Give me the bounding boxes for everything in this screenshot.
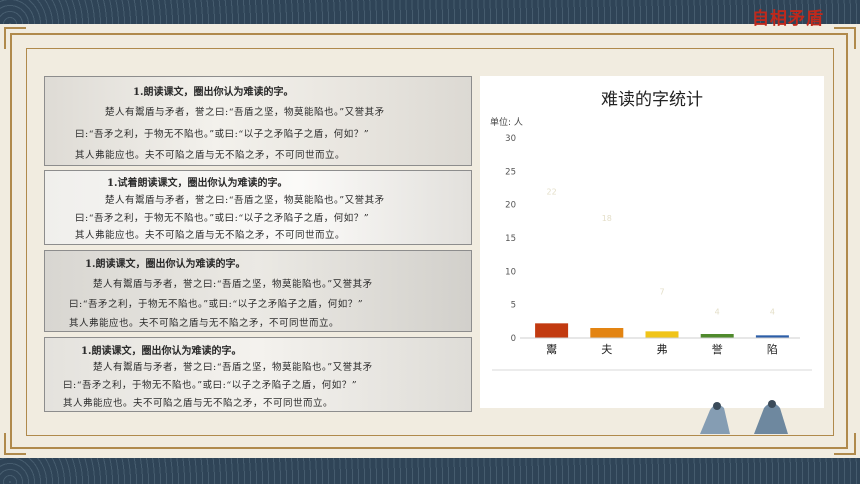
lesson-title: 自相矛盾	[752, 9, 824, 29]
bar	[645, 331, 679, 338]
y-tick-label: 25	[505, 167, 516, 177]
unit-label: 单位: 人	[490, 116, 523, 128]
worksheet-scan: 1.朗读课文，圈出你认为难读的字。 楚人有鬻盾与矛者，誉之曰:“吾盾之坚，物莫能…	[44, 250, 472, 332]
x-tick-label: 弗	[657, 342, 668, 356]
worksheet-scan: 1.试着朗读课文，圈出你认为难读的字。 楚人有鬻盾与矛者，誉之曰:“吾盾之坚，物…	[44, 170, 472, 245]
data-label: 4	[715, 307, 720, 316]
question-text: 1.试着朗读课文，圈出你认为难读的字。	[107, 178, 288, 189]
bar	[590, 328, 624, 338]
y-tick-label: 10	[505, 267, 516, 277]
y-tick-label: 20	[505, 201, 516, 211]
y-tick-label: 30	[505, 134, 516, 144]
question-text: 1.朗读课文，圈出你认为难读的字。	[81, 346, 242, 357]
data-label: 22	[547, 187, 557, 196]
wave-pattern	[0, 458, 860, 484]
y-tick-label: 0	[511, 334, 516, 344]
chart-canvas: 难读的字统计 单位: 人 0 5 10 15 20 25 30 鬻 22 夫 18 弗 7 誉 4 陷 4	[490, 90, 812, 371]
corner-ornament	[4, 433, 26, 455]
passage-line: 曰:“吾矛之利，于物无不陷也。”或曰:“以子之矛陷子之盾，何如？”	[75, 129, 370, 140]
data-label: 7	[659, 287, 664, 296]
chart-title: 难读的字统计	[601, 90, 703, 110]
passage-line: 其人弗能应也。夫不可陷之盾与无不陷之矛，不可同世而立。	[75, 230, 346, 241]
corner-ornament	[834, 27, 856, 49]
passage-line: 曰:“吾矛之利，于物无不陷也。”或曰:“以子之矛陷子之盾，何如？”	[69, 299, 364, 310]
passage-line: 其人弗能应也。夫不可陷之盾与无不陷之矛，不可同世而立。	[75, 150, 346, 161]
passage-line: 楚人有鬻盾与矛者，誉之曰:“吾盾之坚，物莫能陷也。”又誉其矛	[93, 362, 373, 373]
passage-line: 其人弗能应也。夫不可陷之盾与无不陷之矛，不可同世而立。	[63, 398, 334, 409]
corner-ornament	[4, 27, 26, 49]
top-band	[0, 0, 860, 24]
passage-line: 楚人有鬻盾与矛者，誉之曰:“吾盾之坚，物莫能陷也。”又誉其矛	[105, 195, 385, 206]
question-text: 1.朗读课文，圈出你认为难读的字。	[85, 259, 246, 270]
y-tick-label: 15	[505, 234, 516, 244]
passage-line: 曰:“吾矛之利，于物无不陷也。”或曰:“以子之矛陷子之盾，何如？”	[75, 213, 370, 224]
bar-chart: 难读的字统计 单位: 人 0 5 10 15 20 25 30 鬻 22 夫 18 弗 7 誉 4 陷 4	[480, 76, 824, 408]
x-tick-label: 誉	[712, 342, 723, 356]
worksheet-scan: 1.朗读课文，圈出你认为难读的字。 楚人有鬻盾与矛者，誉之曰:“吾盾之坚，物莫能…	[44, 337, 472, 412]
figure-illustration	[700, 400, 788, 434]
passage-line: 楚人有鬻盾与矛者，誉之曰:“吾盾之坚，物莫能陷也。”又誉其矛	[105, 107, 385, 118]
question-text: 1.朗读课文，圈出你认为难读的字。	[133, 87, 294, 98]
corner-ornament	[834, 433, 856, 455]
worksheet-scan: 1.朗读课文，圈出你认为难读的字。 楚人有鬻盾与矛者，誉之曰:“吾盾之坚，物莫能…	[44, 76, 472, 166]
x-tick-label: 夫	[601, 343, 612, 356]
x-tick-label: 鬻	[546, 342, 557, 356]
data-label: 18	[602, 214, 612, 223]
x-tick-label: 陷	[767, 342, 778, 356]
passage-line: 其人弗能应也。夫不可陷之盾与无不陷之矛，不可同世而立。	[69, 318, 340, 329]
y-tick-label: 5	[511, 301, 516, 311]
data-label: 4	[770, 307, 775, 316]
bottom-band	[0, 458, 860, 484]
passage-line: 曰:“吾矛之利，于物无不陷也。”或曰:“以子之矛陷子之盾，何如？”	[63, 380, 358, 391]
bar	[700, 334, 734, 338]
bar	[535, 323, 569, 338]
wave-pattern	[0, 0, 860, 24]
passage-line: 楚人有鬻盾与矛者，誉之曰:“吾盾之坚，物莫能陷也。”又誉其矛	[93, 279, 373, 290]
